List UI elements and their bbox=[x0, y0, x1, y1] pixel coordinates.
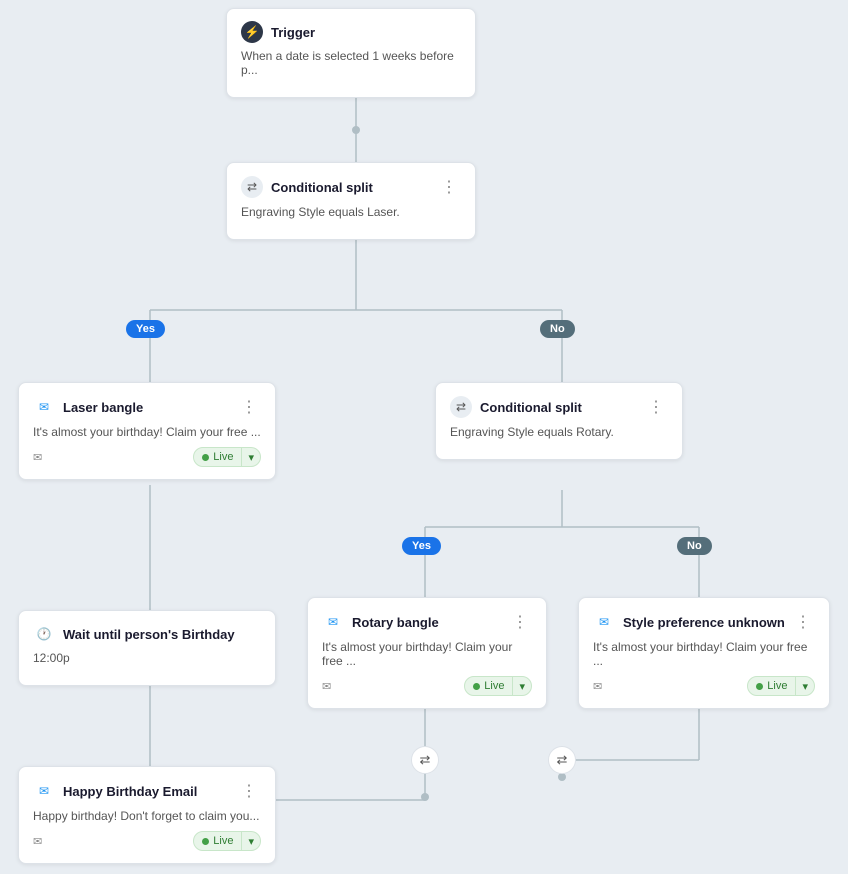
hb-status-combined[interactable]: Live ▾ bbox=[193, 831, 261, 851]
wb-clock-icon: 🕐 bbox=[33, 623, 55, 645]
lb-small-email-icon: ✉ bbox=[33, 451, 42, 464]
hb-menu-button[interactable]: ⋮ bbox=[237, 779, 261, 803]
hb-status-dot bbox=[202, 838, 209, 845]
lb-status-label: Live bbox=[213, 451, 233, 463]
laser-bangle-card: ✉ Laser bangle ⋮ It's almost your birthd… bbox=[18, 382, 276, 480]
rotary-bangle-card: ✉ Rotary bangle ⋮ It's almost your birth… bbox=[307, 597, 547, 709]
su-menu-button[interactable]: ⋮ bbox=[791, 610, 815, 634]
su-header: ✉ Style preference unknown ⋮ bbox=[593, 610, 815, 634]
rb-small-email-icon: ✉ bbox=[322, 680, 331, 693]
hb-title: Happy Birthday Email bbox=[63, 784, 197, 799]
hb-status-left: Live bbox=[194, 833, 241, 849]
cs1-menu-button[interactable]: ⋮ bbox=[437, 175, 461, 199]
lb-status-left: Live bbox=[194, 449, 241, 465]
trigger-icon: ⚡ bbox=[241, 21, 263, 43]
rb-menu-button[interactable]: ⋮ bbox=[508, 610, 532, 634]
wb-title-row: 🕐 Wait until person's Birthday bbox=[33, 623, 235, 645]
yes-label-1: Yes bbox=[126, 320, 165, 338]
trigger-title-row: ⚡ Trigger bbox=[241, 21, 315, 43]
lb-email-icon: ✉ bbox=[33, 396, 55, 418]
cs1-header: ⇄ Conditional split ⋮ bbox=[241, 175, 461, 199]
lb-title: Laser bangle bbox=[63, 400, 143, 415]
su-status-combined[interactable]: Live ▾ bbox=[747, 676, 815, 696]
wb-header: 🕐 Wait until person's Birthday bbox=[33, 623, 261, 645]
su-subtitle: It's almost your birthday! Claim your fr… bbox=[593, 640, 815, 668]
cs2-menu-button[interactable]: ⋮ bbox=[644, 395, 668, 419]
cs2-header: ⇄ Conditional split ⋮ bbox=[450, 395, 668, 419]
hb-status-dropdown[interactable]: ▾ bbox=[242, 833, 260, 850]
su-status-dropdown[interactable]: ▾ bbox=[796, 678, 814, 695]
rb-status-combined[interactable]: Live ▾ bbox=[464, 676, 532, 696]
su-status-label: Live bbox=[767, 680, 787, 692]
cs2-subtitle: Engraving Style equals Rotary. bbox=[450, 425, 668, 439]
rb-status-dropdown[interactable]: ▾ bbox=[513, 678, 531, 695]
su-title-row: ✉ Style preference unknown bbox=[593, 611, 785, 633]
su-status-left: Live bbox=[748, 678, 795, 694]
hb-status-label: Live bbox=[213, 835, 233, 847]
cs2-title-row: ⇄ Conditional split bbox=[450, 396, 582, 418]
lb-menu-button[interactable]: ⋮ bbox=[237, 395, 261, 419]
su-title: Style preference unknown bbox=[623, 615, 785, 630]
cs1-icon: ⇄ bbox=[241, 176, 263, 198]
connector-dot-1 bbox=[352, 126, 360, 134]
trigger-title: Trigger bbox=[271, 25, 315, 40]
wb-time: 12:00p bbox=[33, 651, 261, 665]
rb-title-row: ✉ Rotary bangle bbox=[322, 611, 439, 633]
hb-title-row: ✉ Happy Birthday Email bbox=[33, 780, 197, 802]
rb-email-icon: ✉ bbox=[322, 611, 344, 633]
su-email-icon: ✉ bbox=[593, 611, 615, 633]
lb-subtitle: It's almost your birthday! Claim your fr… bbox=[33, 425, 261, 439]
wait-birthday-card: 🕐 Wait until person's Birthday 12:00p bbox=[18, 610, 276, 686]
trigger-subtitle: When a date is selected 1 weeks before p… bbox=[241, 49, 461, 77]
connector-dot-2 bbox=[421, 793, 429, 801]
conditional-split-1-card: ⇄ Conditional split ⋮ Engraving Style eq… bbox=[226, 162, 476, 240]
cs1-title: Conditional split bbox=[271, 180, 373, 195]
conditional-split-2-card: ⇄ Conditional split ⋮ Engraving Style eq… bbox=[435, 382, 683, 460]
style-unknown-card: ✉ Style preference unknown ⋮ It's almost… bbox=[578, 597, 830, 709]
lb-status-combined[interactable]: Live ▾ bbox=[193, 447, 261, 467]
rb-status-dot bbox=[473, 683, 480, 690]
rb-status-label: Live bbox=[484, 680, 504, 692]
hb-header: ✉ Happy Birthday Email ⋮ bbox=[33, 779, 261, 803]
lb-status-dropdown[interactable]: ▾ bbox=[242, 449, 260, 466]
cs1-subtitle: Engraving Style equals Laser. bbox=[241, 205, 461, 219]
no-label-1: No bbox=[540, 320, 575, 338]
rb-title: Rotary bangle bbox=[352, 615, 439, 630]
rb-status-left: Live bbox=[465, 678, 512, 694]
trigger-header: ⚡ Trigger bbox=[241, 21, 461, 43]
connector-dot-3 bbox=[558, 773, 566, 781]
lb-header: ✉ Laser bangle ⋮ bbox=[33, 395, 261, 419]
lb-status-row: ✉ Live ▾ bbox=[33, 447, 261, 467]
happy-birthday-card: ✉ Happy Birthday Email ⋮ Happy birthday!… bbox=[18, 766, 276, 864]
trigger-card: ⚡ Trigger When a date is selected 1 week… bbox=[226, 8, 476, 98]
no-label-2: No bbox=[677, 537, 712, 555]
cs2-title: Conditional split bbox=[480, 400, 582, 415]
su-small-email-icon: ✉ bbox=[593, 680, 602, 693]
hb-status-row: ✉ Live ▾ bbox=[33, 831, 261, 851]
hb-subtitle: Happy birthday! Don't forget to claim yo… bbox=[33, 809, 261, 823]
lb-status-dot bbox=[202, 454, 209, 461]
hb-email-icon: ✉ bbox=[33, 780, 55, 802]
lb-title-row: ✉ Laser bangle bbox=[33, 396, 143, 418]
rb-status-row: ✉ Live ▾ bbox=[322, 676, 532, 696]
swap-icon-2[interactable]: ⇄ bbox=[548, 746, 576, 774]
hb-small-email-icon: ✉ bbox=[33, 835, 42, 848]
yes-label-2: Yes bbox=[402, 537, 441, 555]
su-status-dot bbox=[756, 683, 763, 690]
wb-title: Wait until person's Birthday bbox=[63, 627, 235, 642]
rb-subtitle: It's almost your birthday! Claim your fr… bbox=[322, 640, 532, 668]
rb-header: ✉ Rotary bangle ⋮ bbox=[322, 610, 532, 634]
su-status-row: ✉ Live ▾ bbox=[593, 676, 815, 696]
swap-icon-1[interactable]: ⇄ bbox=[411, 746, 439, 774]
cs1-title-row: ⇄ Conditional split bbox=[241, 176, 373, 198]
cs2-icon: ⇄ bbox=[450, 396, 472, 418]
